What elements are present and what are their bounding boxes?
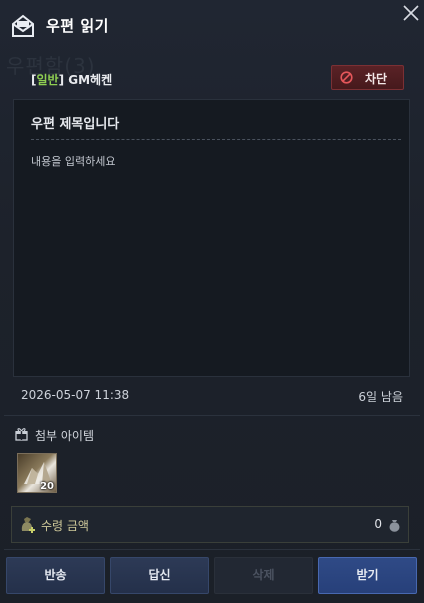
close-icon[interactable]: [400, 2, 422, 24]
amount-box: 수령 금액 0: [11, 506, 409, 543]
sender-name: GM헤켄: [68, 73, 113, 87]
block-button[interactable]: 차단: [331, 65, 404, 90]
message-body: 내용을 입력하세요: [31, 155, 116, 168]
block-button-label: 차단: [365, 72, 388, 86]
block-icon: [340, 71, 353, 84]
reply-button[interactable]: 답신: [110, 557, 209, 594]
message-box: 우편 제목입니다 내용을 입력하세요: [13, 99, 410, 377]
window-title: 우편 읽기: [46, 17, 109, 35]
money-bag-icon: [21, 517, 35, 533]
message-subject: 우편 제목입니다: [31, 117, 120, 132]
divider: [4, 415, 420, 416]
bracket-close: ]: [58, 73, 65, 87]
mail-read-window: 우편 읽기 우편함(3) [일반] GM헤켄 차단 우편 제목입니다 내용을 입…: [0, 0, 424, 603]
receive-button[interactable]: 받기: [318, 557, 417, 594]
delete-button[interactable]: 삭제: [214, 557, 313, 594]
amount-label: 수령 금액: [41, 519, 89, 533]
sender-row: [일반] GM헤켄 차단: [0, 60, 424, 98]
sender-category: 일반: [36, 73, 59, 87]
remaining-days: 6일 남음: [358, 390, 403, 404]
window-header: 우편 읽기: [0, 0, 424, 52]
coin-pouch-icon: [389, 520, 400, 532]
divider: [4, 549, 420, 550]
gift-icon: [15, 428, 28, 441]
sent-date: 2026-05-07 11:38: [21, 388, 130, 402]
message-divider: [31, 139, 401, 140]
item-count: 20: [40, 481, 54, 492]
attachment-item-slot[interactable]: 20: [17, 453, 57, 493]
return-button[interactable]: 반송: [6, 557, 105, 594]
attachments-label: 첨부 아이템: [35, 429, 95, 443]
amount-value: 0: [374, 517, 382, 531]
mail-icon: [12, 14, 34, 37]
sender: [일반] GM헤켄: [31, 71, 112, 88]
